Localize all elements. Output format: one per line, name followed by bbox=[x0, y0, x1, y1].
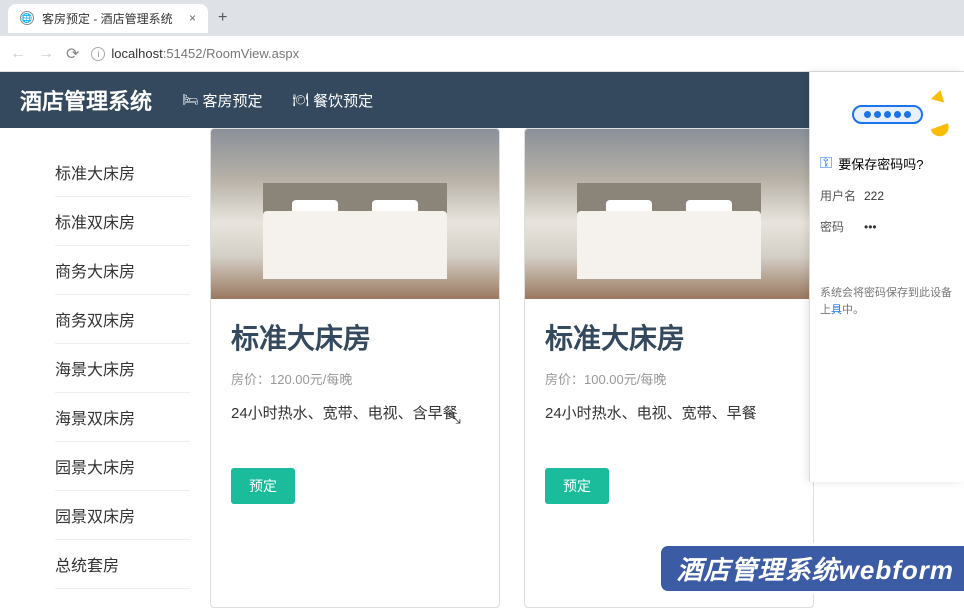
key-icon: ⚿ bbox=[820, 155, 832, 173]
room-card: 标准大床房 房价：120.00元/每晚 24小时热水、宽带、电视、含早餐 预定 bbox=[210, 128, 500, 608]
sidebar-item[interactable]: 海景双床房 bbox=[55, 393, 190, 442]
sidebar-item[interactable]: 商务大床房 bbox=[55, 246, 190, 295]
password-label: 密码 bbox=[820, 218, 856, 235]
prompt-title: 要保存密码吗? bbox=[838, 154, 923, 173]
sidebar-item[interactable]: 海景大床房 bbox=[55, 344, 190, 393]
reload-button[interactable]: ⟳ bbox=[66, 44, 79, 64]
browser-tab[interactable]: 🌐 客房预定 - 酒店管理系统 × bbox=[8, 4, 208, 33]
username-row: 用户名 222 bbox=[820, 187, 954, 204]
sidebar-item[interactable]: 标准大床房 bbox=[55, 148, 190, 197]
tab-bar: 🌐 客房预定 - 酒店管理系统 × + bbox=[0, 0, 964, 36]
browser-chrome: 🌐 客房预定 - 酒店管理系统 × + ← → ⟳ i localhost:51… bbox=[0, 0, 964, 72]
url-input[interactable]: i localhost:51452/RoomView.aspx bbox=[91, 46, 954, 61]
sidebar-item[interactable]: 总统套房 bbox=[55, 540, 190, 589]
room-image bbox=[525, 129, 813, 299]
nav-dining-booking[interactable]: 🍽 餐饮预定 bbox=[293, 90, 374, 111]
address-bar: ← → ⟳ i localhost:51452/RoomView.aspx bbox=[0, 36, 964, 72]
back-button[interactable]: ← bbox=[10, 45, 26, 63]
password-row: 密码 ••• bbox=[820, 218, 954, 235]
sidebar: 标准大床房 标准双床房 商务大床房 商务双床房 海景大床房 海景双床房 园景大床… bbox=[0, 128, 190, 608]
tab-title: 客房预定 - 酒店管理系统 bbox=[42, 10, 173, 27]
password-save-prompt: ⚿ 要保存密码吗? 用户名 222 密码 ••• 系统会将密码保存到此设备上具中… bbox=[809, 72, 964, 482]
url-port: :51452 bbox=[163, 46, 203, 61]
brand-title: 酒店管理系统 bbox=[20, 84, 152, 116]
sidebar-item[interactable]: 商务双床房 bbox=[55, 295, 190, 344]
sidebar-item[interactable]: 园景双床房 bbox=[55, 491, 190, 540]
book-button[interactable]: 预定 bbox=[231, 468, 295, 504]
room-title: 标准大床房 bbox=[231, 317, 479, 357]
room-description: 24小时热水、宽带、电视、含早餐 bbox=[231, 402, 479, 450]
tab-close-icon[interactable]: × bbox=[189, 11, 196, 25]
url-host: localhost bbox=[111, 46, 162, 61]
url-path: /RoomView.aspx bbox=[202, 46, 299, 61]
username-value[interactable]: 222 bbox=[864, 189, 884, 203]
prompt-illustration bbox=[820, 84, 954, 144]
book-button[interactable]: 预定 bbox=[545, 468, 609, 504]
food-icon: 🍽 bbox=[293, 92, 310, 108]
new-tab-button[interactable]: + bbox=[208, 5, 237, 31]
room-description: 24小时热水、电视、宽带、早餐 bbox=[545, 402, 793, 450]
room-price: 房价：120.00元/每晚 bbox=[231, 369, 479, 388]
bed-icon: 🛏 bbox=[182, 92, 199, 108]
info-icon[interactable]: i bbox=[91, 47, 105, 61]
globe-icon: 🌐 bbox=[20, 11, 34, 25]
username-label: 用户名 bbox=[820, 187, 856, 204]
password-value[interactable]: ••• bbox=[864, 220, 877, 234]
room-title: 标准大床房 bbox=[545, 317, 793, 357]
forward-button[interactable]: → bbox=[38, 45, 54, 63]
room-card: 标准大床房 房价：100.00元/每晚 24小时热水、电视、宽带、早餐 预定 bbox=[524, 128, 814, 608]
sidebar-item[interactable]: 标准双床房 bbox=[55, 197, 190, 246]
room-price: 房价：100.00元/每晚 bbox=[545, 369, 793, 388]
watermark-banner: 酒店管理系统webform bbox=[658, 543, 964, 594]
prompt-note: 系统会将密码保存到此设备上具中。 bbox=[820, 285, 954, 318]
note-link[interactable]: 具 bbox=[831, 304, 842, 316]
nav-room-booking[interactable]: 🛏 客房预定 bbox=[182, 90, 263, 111]
sidebar-item[interactable]: 园景大床房 bbox=[55, 442, 190, 491]
room-image bbox=[211, 129, 499, 299]
prompt-title-row: ⚿ 要保存密码吗? bbox=[820, 154, 954, 173]
